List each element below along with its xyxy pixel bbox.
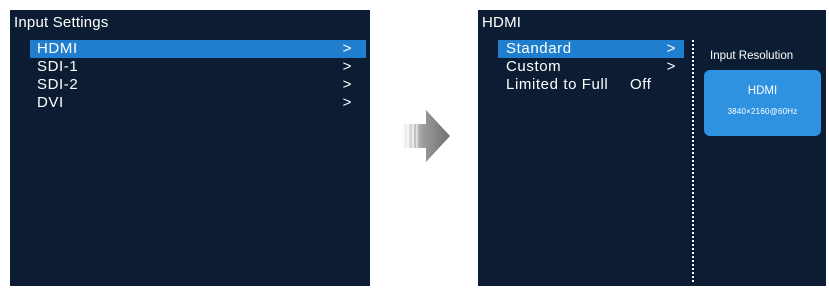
input-menu: HDMI > SDI-1 > SDI-2 > DVI > bbox=[30, 40, 366, 112]
menu-item-standard[interactable]: Standard > bbox=[498, 40, 684, 58]
input-source: HDMI bbox=[747, 85, 778, 97]
menu-item-label: Limited to Full bbox=[506, 76, 609, 93]
menu-item-label: Standard bbox=[506, 40, 572, 57]
menu-item-sdi-2[interactable]: SDI-2 > bbox=[30, 76, 366, 94]
menu-item-label: Custom bbox=[506, 58, 562, 75]
menu-item-label: SDI-1 bbox=[37, 58, 79, 75]
chevron-right-icon: > bbox=[342, 40, 352, 57]
hdmi-menu: Standard > Custom > Limited to Full Off bbox=[498, 40, 684, 94]
menu-item-label: SDI-2 bbox=[37, 76, 79, 93]
dotted-divider bbox=[692, 40, 694, 282]
arrow-right-icon bbox=[402, 110, 450, 162]
menu-item-dvi[interactable]: DVI > bbox=[30, 94, 366, 112]
menu-item-label: HDMI bbox=[37, 40, 78, 57]
chevron-right-icon: > bbox=[342, 94, 352, 111]
input-format: 3840×2160@60Hz bbox=[727, 107, 798, 116]
menu-item-sdi-1[interactable]: SDI-1 > bbox=[30, 58, 366, 76]
chevron-right-icon: > bbox=[666, 58, 676, 75]
menu-item-limited-to-full[interactable]: Limited to Full Off bbox=[498, 76, 684, 94]
menu-item-hdmi[interactable]: HDMI > bbox=[30, 40, 366, 58]
screen-title: Input Settings bbox=[14, 14, 109, 31]
screen-title: HDMI bbox=[482, 14, 522, 31]
input-resolution-label: Input Resolution bbox=[710, 50, 794, 62]
input-resolution-card: HDMI 3840×2160@60Hz bbox=[704, 70, 821, 136]
menu-item-label: DVI bbox=[37, 94, 64, 111]
limited-to-full-value: Off bbox=[630, 76, 652, 93]
hdmi-settings-screen: HDMI Standard > Custom > Limited to Full… bbox=[478, 10, 826, 286]
chevron-right-icon: > bbox=[666, 40, 676, 57]
menu-item-custom[interactable]: Custom > bbox=[498, 58, 684, 76]
chevron-right-icon: > bbox=[342, 58, 352, 75]
input-settings-screen: Input Settings HDMI > SDI-1 > SDI-2 > DV… bbox=[10, 10, 370, 286]
chevron-right-icon: > bbox=[342, 76, 352, 93]
